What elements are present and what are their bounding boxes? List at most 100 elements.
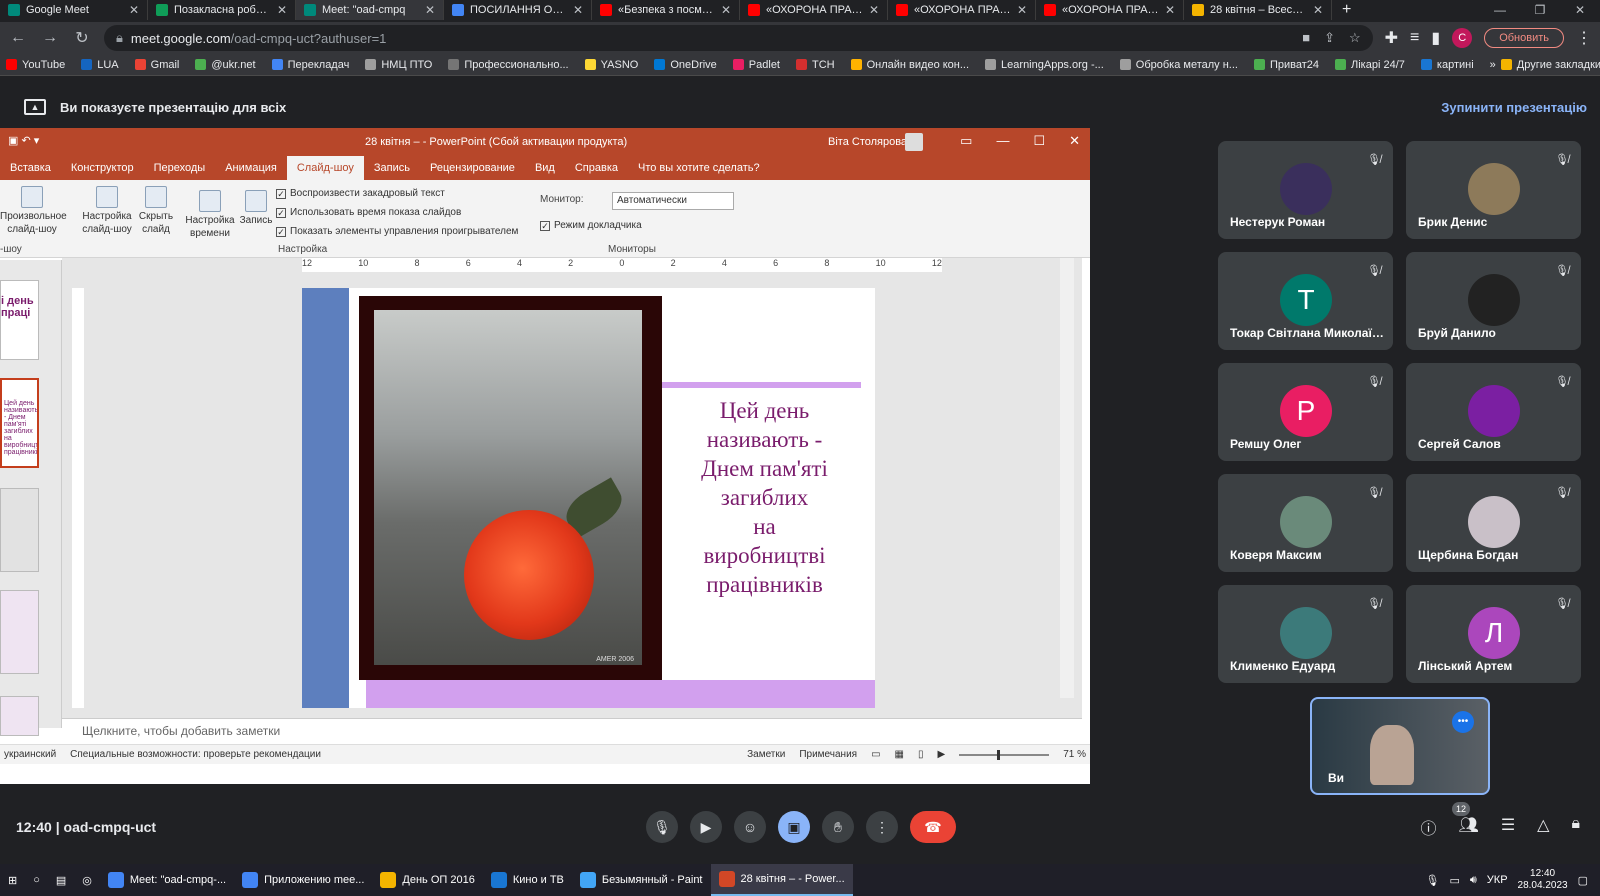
other-bookmarks[interactable]: » Другие закладки bbox=[1490, 59, 1600, 71]
task-view-icon[interactable]: ▤ bbox=[48, 864, 74, 896]
end-call-icon[interactable]: ☎︎ bbox=[910, 811, 956, 843]
thumbnail-slide[interactable] bbox=[0, 590, 39, 674]
close-tab-icon[interactable]: ✕ bbox=[1017, 3, 1027, 17]
participant-tile[interactable]: 🎙︎̸ P Ремшу Олег bbox=[1218, 363, 1393, 461]
browser-tab[interactable]: «ОХОРОНА ПРАЦІ - ! ✕ bbox=[740, 0, 888, 20]
close-window-icon[interactable]: ✕ bbox=[1560, 0, 1600, 20]
browser-tab[interactable]: Позакласна робота ✕ bbox=[148, 0, 296, 20]
taskbar-app[interactable]: День ОП 2016 bbox=[372, 864, 482, 896]
timings-checkbox[interactable]: ✓ Использовать время показа слайдов bbox=[276, 207, 461, 218]
reload-icon[interactable]: ↻ bbox=[72, 28, 92, 48]
update-button[interactable]: Обновить bbox=[1484, 28, 1564, 48]
accessibility-status[interactable]: Специальные возможности: проверьте реком… bbox=[70, 749, 321, 760]
close-tab-icon[interactable]: ✕ bbox=[425, 3, 435, 17]
participant-tile[interactable]: 🎙︎̸ Коверя Максим bbox=[1218, 474, 1393, 572]
info-icon[interactable]: ⓘ bbox=[1421, 815, 1437, 839]
notes-pane[interactable]: Щелкните, чтобы добавить заметки bbox=[62, 718, 1082, 744]
back-icon[interactable]: ← bbox=[8, 29, 28, 47]
bookmark[interactable]: Профессионально... bbox=[448, 59, 569, 71]
ppt-tab[interactable]: Вставка bbox=[0, 162, 61, 180]
participant-tile[interactable]: 🎙︎̸ Сергей Салов bbox=[1406, 363, 1581, 461]
restore-icon[interactable]: ❐ bbox=[1520, 0, 1560, 20]
custom-show-button[interactable]: Произвольное слайд-шоу bbox=[0, 186, 67, 236]
normal-view-icon[interactable]: ▭ bbox=[871, 749, 880, 760]
bookmark[interactable]: Онлайн видео кон... bbox=[850, 59, 969, 71]
ppt-tab[interactable]: Что вы хотите сделать? bbox=[628, 162, 770, 180]
start-icon[interactable]: ⊞ bbox=[0, 864, 25, 896]
ppt-tab[interactable]: Запись bbox=[364, 162, 420, 180]
presenter-view-checkbox[interactable]: ✓ Режим докладчика bbox=[540, 220, 642, 231]
volume-icon[interactable]: 🔊︎ bbox=[1470, 874, 1477, 887]
bookmark[interactable]: Gmail bbox=[134, 59, 179, 71]
bookmark[interactable]: Лікарі 24/7 bbox=[1335, 59, 1405, 71]
camera-toggle-icon[interactable]: ▶ bbox=[690, 811, 722, 843]
url-field[interactable]: 🔒︎ meet.google.com/oad-cmpq-uct?authuser… bbox=[104, 25, 1373, 51]
emoji-icon[interactable]: ☺ bbox=[734, 811, 766, 843]
participant-tile[interactable]: 🎙︎̸ Клименко Едуард bbox=[1218, 585, 1393, 683]
bookmark[interactable]: Приват24 bbox=[1253, 59, 1319, 71]
media-icon[interactable]: ≡ bbox=[1410, 29, 1419, 47]
sidepanel-icon[interactable]: ▮ bbox=[1431, 28, 1440, 48]
extensions-icon[interactable]: ✚ bbox=[1385, 28, 1398, 48]
participant-tile[interactable]: 🎙︎̸ Щербина Богдан bbox=[1406, 474, 1581, 572]
search-icon[interactable]: ○ bbox=[25, 864, 48, 896]
minimize-icon[interactable]: — bbox=[1480, 0, 1520, 20]
browser-tab[interactable]: «Безпека з посмішко ✕ bbox=[592, 0, 740, 20]
ppt-tab[interactable]: Вид bbox=[525, 162, 565, 180]
narration-checkbox[interactable]: ✓ Воспроизвести закадровый текст bbox=[276, 188, 445, 199]
mic-tray-icon[interactable]: 🎙︎ bbox=[1425, 874, 1439, 887]
clock[interactable]: 12:40 28.04.2023 bbox=[1518, 868, 1568, 892]
thumbnail-slide-selected[interactable]: Цей день називають - Днем пам'яті загибл… bbox=[0, 378, 39, 468]
thumbnail-slide[interactable] bbox=[0, 488, 39, 572]
browser-tab[interactable]: «ОХОРОНА ПРАЦІ - ! ✕ bbox=[888, 0, 1036, 20]
ppt-tab[interactable]: Конструктор bbox=[61, 162, 144, 180]
participant-tile[interactable]: 🎙︎̸ Бруй Данило bbox=[1406, 252, 1581, 350]
current-slide[interactable]: AMER 2006 Цей день називають - Днем пам'… bbox=[302, 288, 875, 708]
camera-icon[interactable]: ■ bbox=[1302, 30, 1310, 46]
browser-tab[interactable]: 28 квітня – Всесвітні ✕ bbox=[1184, 0, 1332, 20]
ppt-tab[interactable]: Анимация bbox=[215, 162, 287, 180]
taskbar-app[interactable]: Приложению mee... bbox=[234, 864, 372, 896]
browser-tab[interactable]: Meet: "oad-cmpq ✕ bbox=[296, 0, 444, 20]
rehearse-timing-button[interactable]: Настройка времени bbox=[182, 190, 238, 240]
slideshow-view-icon[interactable]: ▶ bbox=[938, 749, 946, 760]
language-status[interactable]: украинский bbox=[4, 749, 56, 760]
ribbon-display-icon[interactable]: ▭ bbox=[960, 133, 972, 149]
bookmark[interactable]: Padlet bbox=[732, 59, 780, 71]
ppt-tab[interactable]: Рецензирование bbox=[420, 162, 525, 180]
monitor-select[interactable]: Автоматически bbox=[612, 192, 734, 210]
ppt-tab[interactable]: Слайд-шоу bbox=[286, 156, 364, 180]
browser-tab[interactable]: ПОСИЛАННЯ ОП - G ✕ bbox=[444, 0, 592, 20]
star-icon[interactable]: ☆ bbox=[1349, 30, 1361, 46]
close-tab-icon[interactable]: ✕ bbox=[129, 3, 139, 17]
stop-presenting-button[interactable]: Зупинити презентацію bbox=[1441, 100, 1587, 115]
browser-tab[interactable]: Google Meet ✕ bbox=[0, 0, 148, 20]
people-icon[interactable]: 👥︎ bbox=[1459, 815, 1479, 839]
present-screen-icon[interactable]: ▣ bbox=[778, 811, 810, 843]
new-tab-icon[interactable]: + bbox=[1332, 0, 1361, 20]
ppt-minimize-icon[interactable]: — bbox=[996, 133, 1009, 149]
bookmark[interactable]: Обробка металу н... bbox=[1119, 59, 1238, 71]
more-options-icon[interactable]: ⋮ bbox=[866, 811, 898, 843]
taskbar-app[interactable]: Meet: "oad-cmpq-... bbox=[100, 864, 234, 896]
profile-avatar[interactable]: C bbox=[1452, 28, 1473, 48]
participant-tile[interactable]: 🎙︎̸ Л Лінський Артем bbox=[1406, 585, 1581, 683]
slide-text[interactable]: Цей день називають - Днем пам'яті загибл… bbox=[662, 396, 867, 599]
forward-icon[interactable]: → bbox=[40, 29, 60, 47]
notifications-icon[interactable]: ▢ bbox=[1578, 874, 1588, 887]
vertical-scrollbar[interactable] bbox=[1060, 258, 1074, 698]
save-icon[interactable]: ▣ ↶ ▾ bbox=[8, 134, 39, 147]
reading-view-icon[interactable]: ▯ bbox=[918, 749, 924, 760]
setup-show-button[interactable]: Настройка слайд-шоу bbox=[82, 186, 132, 236]
more-options-icon[interactable]: ••• bbox=[1452, 711, 1474, 733]
browser-tab[interactable]: «ОХОРОНА ПРАЦІ - ! ✕ bbox=[1036, 0, 1184, 20]
close-tab-icon[interactable]: ✕ bbox=[869, 3, 879, 17]
ppt-tab[interactable]: Переходы bbox=[144, 162, 216, 180]
record-button[interactable]: Запись bbox=[236, 190, 276, 227]
chat-icon[interactable]: ☰ bbox=[1501, 815, 1515, 839]
notes-button[interactable]: Заметки bbox=[747, 749, 785, 760]
bookmark[interactable]: YASNO bbox=[584, 59, 638, 71]
close-tab-icon[interactable]: ✕ bbox=[277, 3, 287, 17]
zoom-slider[interactable] bbox=[959, 749, 1050, 760]
thumbnail-slide[interactable]: і день праці bbox=[0, 280, 39, 360]
